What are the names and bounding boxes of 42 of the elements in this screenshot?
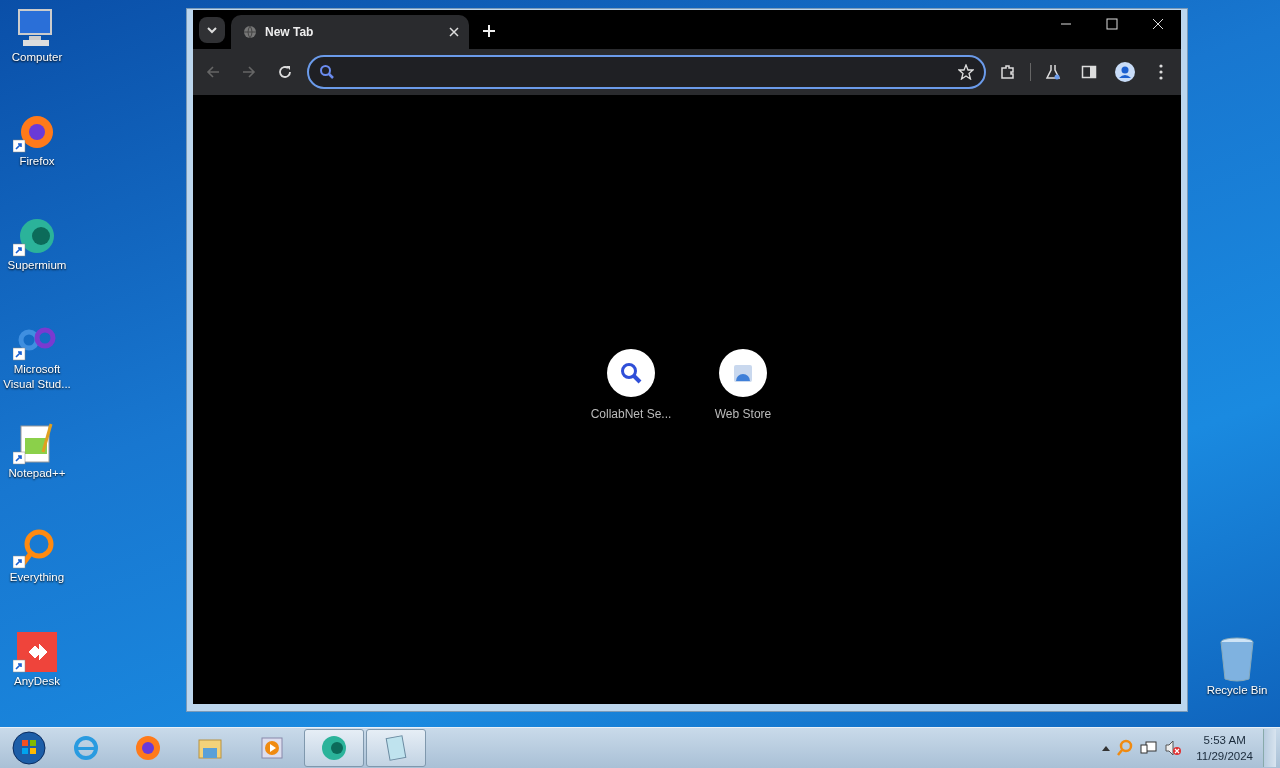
muted-speaker-icon[interactable]	[1164, 739, 1183, 757]
menu-icon	[1159, 64, 1163, 80]
firefox-app-icon	[134, 734, 162, 762]
forward-arrow-icon	[242, 65, 256, 79]
desktop-shortcut[interactable]: Firefox	[0, 110, 74, 200]
shortcut-tile[interactable]: Web Store	[699, 348, 787, 421]
close-icon	[1152, 18, 1164, 30]
avatar-icon	[1115, 62, 1135, 82]
browser-tab[interactable]: New Tab	[231, 15, 469, 49]
desktop-shortcut[interactable]: Everything	[0, 526, 74, 616]
chevron-down-icon	[206, 24, 218, 36]
desktop-shortcut[interactable]: Microsoft Visual Stud...	[0, 318, 74, 408]
ie-app-icon	[72, 734, 100, 762]
side-panel-icon	[1081, 64, 1097, 80]
desktop-shortcut[interactable]: Recycle Bin	[1200, 637, 1274, 707]
windows-logo-icon	[11, 730, 47, 766]
search-icon	[319, 64, 335, 80]
magnifier-icon	[619, 360, 643, 385]
desktop-shortcut[interactable]: Notepad++	[0, 422, 74, 512]
close-icon[interactable]	[449, 27, 459, 37]
taskbar-button[interactable]	[304, 729, 364, 767]
maximize-icon	[1106, 18, 1118, 30]
flask-icon	[1045, 64, 1061, 80]
puzzle-icon	[1000, 64, 1016, 80]
reload-icon	[278, 65, 292, 79]
plus-icon	[482, 24, 496, 38]
desktop-shortcut[interactable]: AnyDesk	[0, 630, 74, 720]
clock[interactable]: 5:53 AM 11/29/2024	[1196, 732, 1253, 764]
back-arrow-icon	[206, 65, 220, 79]
taskbar-button[interactable]	[366, 729, 426, 767]
address-bar[interactable]	[307, 55, 986, 89]
supermium-app-icon	[320, 734, 348, 762]
media-app-icon	[258, 734, 286, 762]
globe-icon	[243, 25, 257, 39]
shortcut-tile[interactable]: CollabNet Se...	[587, 348, 675, 421]
trash-bin-icon	[1217, 637, 1257, 683]
desktop-shortcut[interactable]: Computer	[0, 6, 74, 96]
network-icon[interactable]	[1140, 739, 1159, 757]
tab-search-button[interactable]	[199, 17, 225, 43]
desktop-shortcut[interactable]: Supermium	[0, 214, 74, 304]
star-icon[interactable]	[958, 64, 974, 80]
caret-up-icon[interactable]	[1102, 745, 1111, 751]
